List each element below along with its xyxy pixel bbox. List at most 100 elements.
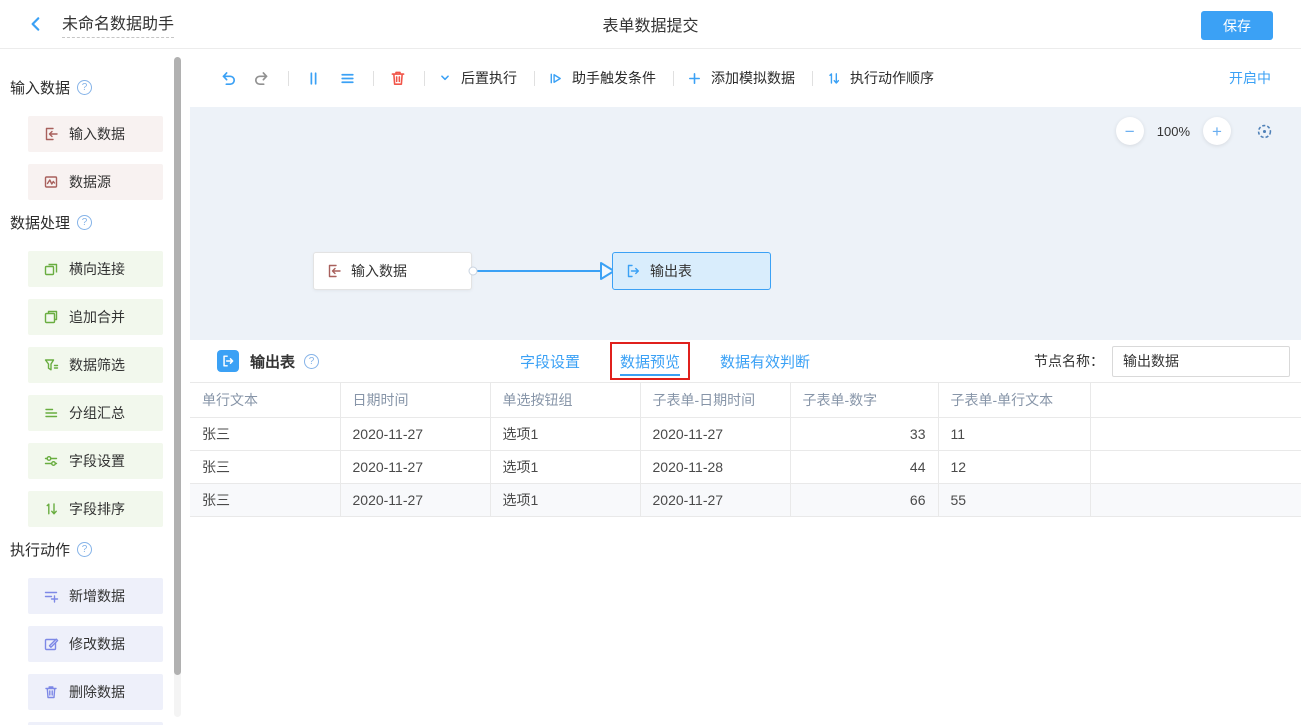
table-cell: 2020-11-27	[640, 483, 790, 516]
column-header	[1090, 383, 1301, 417]
sidebar-item-data-filter[interactable]: 数据筛选	[28, 347, 163, 383]
table-cell	[1090, 483, 1301, 516]
tab-data-preview[interactable]: 数据预览	[620, 351, 680, 372]
append-merge-icon	[43, 309, 59, 325]
field-sort-icon	[43, 501, 59, 517]
top-header: 未命名数据助手 表单数据提交 保存	[0, 0, 1301, 49]
post-execute-button[interactable]: 后置执行	[438, 68, 517, 88]
table-row[interactable]: 张三 2020-11-27 选项1 2020-11-27 33 11	[190, 417, 1301, 450]
action-order-button[interactable]: 执行动作顺序	[826, 68, 934, 88]
sidebar-item-group-summary[interactable]: 分组汇总	[28, 395, 163, 431]
node-connector	[467, 259, 617, 283]
sidebar: 输入数据 ? 输入数据 数据源 数据处理 ?	[0, 49, 190, 725]
data-filter-icon	[43, 357, 59, 373]
sidebar-item-label: 字段设置	[69, 451, 125, 471]
align-horizontal-icon[interactable]	[336, 67, 358, 89]
add-mock-data-label: 添加模拟数据	[711, 68, 795, 88]
post-execute-label: 后置执行	[461, 68, 517, 88]
node-config-panel: 输出表 ? 字段设置 数据预览 数据有效判断 节点名称：	[190, 340, 1301, 725]
node-label: 输出表	[650, 261, 692, 281]
highlight-box: 数据预览	[610, 342, 690, 380]
status-toggle[interactable]: 开启中	[1229, 68, 1271, 88]
section-title-label: 执行动作	[10, 539, 70, 560]
table-cell: 选项1	[490, 483, 640, 516]
tab-field-settings[interactable]: 字段设置	[520, 351, 580, 372]
table-header-row: 单行文本 日期时间 单选按钮组 子表单-日期时间 子表单-数字 子表单-单行文本	[190, 383, 1301, 417]
add-data-icon	[43, 588, 59, 604]
delete-icon[interactable]	[387, 67, 409, 89]
zoom-controls: − 100% +	[1116, 117, 1274, 145]
data-preview-table: 单行文本 日期时间 单选按钮组 子表单-日期时间 子表单-数字 子表单-单行文本…	[190, 383, 1301, 517]
help-icon[interactable]: ?	[304, 354, 319, 369]
help-icon[interactable]: ?	[77, 80, 92, 95]
back-icon[interactable]	[26, 14, 46, 34]
sidebar-item-field-settings[interactable]: 字段设置	[28, 443, 163, 479]
chevron-down-icon	[438, 71, 452, 85]
table-cell	[1090, 450, 1301, 483]
table-cell: 张三	[190, 450, 340, 483]
toolbar-divider	[288, 71, 289, 86]
sidebar-item-delete-data[interactable]: 删除数据	[28, 674, 163, 710]
locate-icon[interactable]	[1255, 122, 1274, 141]
node-label: 输入数据	[351, 261, 407, 281]
sidebar-item-label: 追加合并	[69, 307, 125, 327]
column-header: 子表单-日期时间	[640, 383, 790, 417]
page-title: 表单数据提交	[0, 12, 1301, 36]
help-icon[interactable]: ?	[77, 215, 92, 230]
table-cell: 选项1	[490, 450, 640, 483]
help-icon[interactable]: ?	[77, 542, 92, 557]
sidebar-item-add-data[interactable]: 新增数据	[28, 578, 163, 614]
trigger-condition-button[interactable]: 助手触发条件	[548, 68, 656, 88]
node-name-label: 节点名称：	[1034, 351, 1104, 371]
sidebar-item-label: 输入数据	[69, 124, 125, 144]
table-cell: 选项1	[490, 417, 640, 450]
output-node-icon	[625, 263, 641, 279]
sidebar-item-label: 新增数据	[69, 586, 125, 606]
sidebar-item-field-sort[interactable]: 字段排序	[28, 491, 163, 527]
delete-data-icon	[43, 684, 59, 700]
sidebar-item-label: 分组汇总	[69, 403, 125, 423]
table-row[interactable]: 张三 2020-11-27 选项1 2020-11-27 66 55	[190, 483, 1301, 516]
table-cell	[1090, 417, 1301, 450]
table-cell: 2020-11-27	[340, 483, 490, 516]
toolbar-divider	[424, 71, 425, 86]
column-header: 日期时间	[340, 383, 490, 417]
table-row[interactable]: 张三 2020-11-27 选项1 2020-11-28 44 12	[190, 450, 1301, 483]
sidebar-item-update-data[interactable]: 修改数据	[28, 626, 163, 662]
field-settings-icon	[43, 453, 59, 469]
save-button[interactable]: 保存	[1201, 11, 1273, 40]
zoom-in-button[interactable]: +	[1203, 117, 1231, 145]
sidebar-item-horizontal-join[interactable]: 横向连接	[28, 251, 163, 287]
undo-icon[interactable]	[217, 67, 239, 89]
flow-canvas[interactable]: − 100% + 输入数据	[190, 107, 1301, 340]
redo-icon[interactable]	[251, 67, 273, 89]
table-cell: 66	[790, 483, 938, 516]
trigger-condition-label: 助手触发条件	[572, 68, 656, 88]
tab-data-validation[interactable]: 数据有效判断	[720, 351, 810, 372]
sidebar-item-input-data[interactable]: 输入数据	[28, 116, 163, 152]
canvas-toolbar: 后置执行 助手触发条件 添加模拟数据 执行动作顺序	[190, 49, 1301, 107]
table-cell: 2020-11-28	[640, 450, 790, 483]
input-node-icon	[326, 263, 342, 279]
node-name-input[interactable]	[1112, 346, 1290, 377]
table-cell: 44	[790, 450, 938, 483]
column-header: 子表单-单行文本	[938, 383, 1090, 417]
toolbar-divider	[673, 71, 674, 86]
add-mock-data-button[interactable]: 添加模拟数据	[687, 68, 795, 88]
output-table-icon	[217, 350, 239, 372]
table-cell: 2020-11-27	[340, 450, 490, 483]
table-cell: 55	[938, 483, 1090, 516]
sidebar-item-data-source[interactable]: 数据源	[28, 164, 163, 200]
edit-data-icon	[43, 636, 59, 652]
sidebar-scrollbar-thumb[interactable]	[174, 57, 181, 675]
node-input-data[interactable]: 输入数据	[313, 252, 472, 290]
app-title[interactable]: 未命名数据助手	[62, 10, 174, 38]
node-output-table[interactable]: 输出表	[612, 252, 771, 290]
align-vertical-icon[interactable]	[302, 67, 324, 89]
sidebar-item-label: 数据筛选	[69, 355, 125, 375]
sidebar-item-append-merge[interactable]: 追加合并	[28, 299, 163, 335]
zoom-out-button[interactable]: −	[1116, 117, 1144, 145]
table-cell: 张三	[190, 483, 340, 516]
table-cell: 33	[790, 417, 938, 450]
sidebar-section-actions: 执行动作 ?	[10, 539, 190, 560]
